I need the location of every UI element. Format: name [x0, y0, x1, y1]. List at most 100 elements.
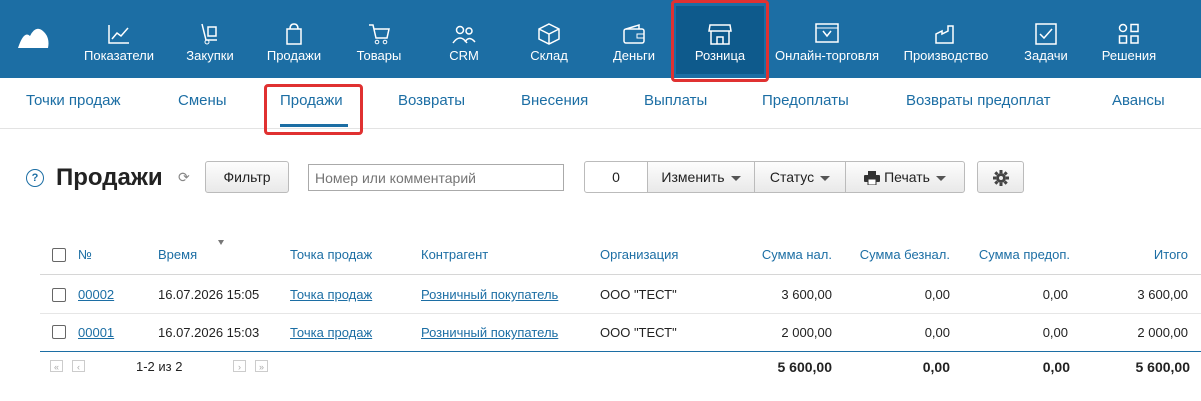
nav-item-label: Склад — [530, 48, 568, 63]
gear-icon — [992, 170, 1009, 187]
chevron-down-icon — [730, 175, 741, 181]
nav-item-label: Задачи — [1024, 48, 1068, 63]
wallet-icon — [623, 23, 645, 44]
nav-item-production[interactable]: Производство — [898, 6, 994, 74]
settings-button[interactable] — [977, 161, 1024, 193]
nav-item-money[interactable]: Деньги — [604, 6, 664, 74]
prev-page-icon[interactable]: ‹ — [72, 360, 85, 372]
sort-desc-icon — [218, 240, 224, 245]
top-navigation: Показатели Закупки Продажи Товары CRM Ск… — [0, 0, 1201, 78]
help-icon[interactable]: ? — [26, 169, 44, 187]
row-sale-point-link[interactable]: Точка продаж — [290, 325, 372, 340]
refresh-icon[interactable]: ⟳ — [178, 170, 192, 184]
sub-navigation: Точки продаж Смены Продажи Возвраты Внес… — [0, 78, 1201, 129]
row-prepaid: 0,00 — [1042, 325, 1068, 340]
nav-item-label: Онлайн-торговля — [774, 48, 880, 63]
print-label: Печать — [884, 169, 930, 185]
nav-item-online-trade[interactable]: Онлайн-торговля — [770, 6, 884, 74]
pagination-text: 1-2 из 2 — [136, 359, 183, 374]
shopping-cart-icon — [369, 24, 390, 45]
filter-button[interactable]: Фильтр — [205, 161, 289, 193]
tab-sale-points[interactable]: Точки продаж — [26, 92, 121, 109]
nav-item-sales[interactable]: Продажи — [262, 6, 326, 74]
row-organization: ООО "ТЕСТ" — [600, 287, 677, 302]
nav-item-label: Показатели — [84, 48, 154, 63]
column-header-time[interactable]: Время — [158, 247, 197, 262]
column-header-total[interactable]: Итого — [1100, 247, 1188, 262]
row-cash: 3 600,00 — [781, 287, 832, 302]
change-button[interactable]: Изменить — [647, 161, 755, 193]
nav-item-label: Закупки — [186, 48, 234, 63]
logo-icon[interactable] — [14, 22, 54, 52]
box-icon — [538, 23, 560, 45]
tab-deposits[interactable]: Внесения — [521, 92, 588, 109]
row-counterparty-link[interactable]: Розничный покупатель — [421, 325, 558, 340]
nav-item-label: Товары — [356, 48, 402, 63]
tab-prepayment-returns[interactable]: Возвраты предоплат — [906, 92, 1051, 109]
column-header-cashless[interactable]: Сумма безнал. — [850, 247, 950, 262]
row-cashless: 0,00 — [924, 325, 950, 340]
row-prepaid: 0,00 — [1042, 287, 1068, 302]
total-cashless: 0,00 — [922, 359, 950, 375]
total-cash: 5 600,00 — [777, 359, 833, 375]
status-button[interactable]: Статус — [754, 161, 846, 193]
column-header-sale-point[interactable]: Точка продаж — [290, 247, 372, 262]
column-header-organization[interactable]: Организация — [600, 247, 678, 262]
nav-item-label: Деньги — [613, 48, 655, 63]
nav-item-label: CRM — [449, 48, 479, 63]
next-page-icon[interactable]: › — [233, 360, 246, 372]
row-number-link[interactable]: 00002 — [78, 287, 114, 302]
row-total: 2 000,00 — [1137, 325, 1188, 340]
first-page-icon[interactable]: « — [50, 360, 63, 372]
total-sum: 5 600,00 — [1135, 359, 1191, 375]
tab-payouts[interactable]: Выплаты — [644, 92, 707, 109]
search-input[interactable] — [308, 164, 564, 191]
header-divider — [40, 274, 1201, 275]
row-cashless: 0,00 — [924, 287, 950, 302]
online-store-icon — [815, 23, 839, 43]
row-sale-point-link[interactable]: Точка продаж — [290, 287, 372, 302]
row-divider — [40, 313, 1201, 314]
last-page-icon[interactable]: » — [255, 360, 268, 372]
printer-icon — [864, 171, 881, 186]
nav-item-indicators[interactable]: Показатели — [80, 6, 158, 74]
cart-dolly-icon — [201, 23, 217, 45]
column-header-number[interactable]: № — [78, 247, 92, 262]
total-prepaid: 0,00 — [1042, 359, 1070, 375]
selected-count: 0 — [584, 161, 648, 193]
row-checkbox[interactable] — [52, 288, 66, 302]
row-number-link[interactable]: 00001 — [78, 325, 114, 340]
column-header-cash[interactable]: Сумма нал. — [740, 247, 832, 262]
tab-shifts[interactable]: Смены — [178, 92, 227, 109]
tab-advances[interactable]: Авансы — [1112, 92, 1165, 109]
change-label: Изменить — [661, 169, 725, 185]
row-counterparty-link[interactable]: Розничный покупатель — [421, 287, 558, 302]
row-time: 16.07.2026 15:03 — [158, 325, 260, 340]
nav-item-label: Решения — [1101, 48, 1157, 63]
nav-item-tasks[interactable]: Задачи — [1018, 6, 1074, 74]
nav-item-solutions[interactable]: Решения — [1096, 6, 1162, 74]
nav-item-goods[interactable]: Товары — [350, 6, 408, 74]
users-icon — [452, 25, 476, 44]
highlight-sales-tab — [264, 84, 363, 135]
nav-item-label: Производство — [903, 48, 989, 63]
highlight-retail — [671, 0, 769, 82]
nav-item-warehouse[interactable]: Склад — [520, 6, 578, 74]
tab-prepayments[interactable]: Предоплаты — [762, 92, 849, 109]
page-title: Продажи — [56, 164, 163, 191]
select-all-checkbox[interactable] — [52, 248, 66, 262]
row-time: 16.07.2026 15:05 — [158, 287, 260, 302]
tab-returns[interactable]: Возвраты — [398, 92, 465, 109]
row-organization: ООО "ТЕСТ" — [600, 325, 677, 340]
checkbox-icon — [1035, 23, 1057, 45]
column-header-counterparty[interactable]: Контрагент — [421, 247, 488, 262]
nav-item-label: Продажи — [266, 48, 322, 63]
print-button[interactable]: Печать — [845, 161, 965, 193]
chevron-down-icon — [935, 175, 946, 181]
nav-item-crm[interactable]: CRM — [436, 6, 492, 74]
row-checkbox[interactable] — [52, 325, 66, 339]
chevron-down-icon — [820, 175, 831, 181]
nav-item-purchases[interactable]: Закупки — [180, 6, 240, 74]
column-header-prepaid[interactable]: Сумма предоп. — [968, 247, 1070, 262]
apps-icon — [1118, 23, 1139, 44]
